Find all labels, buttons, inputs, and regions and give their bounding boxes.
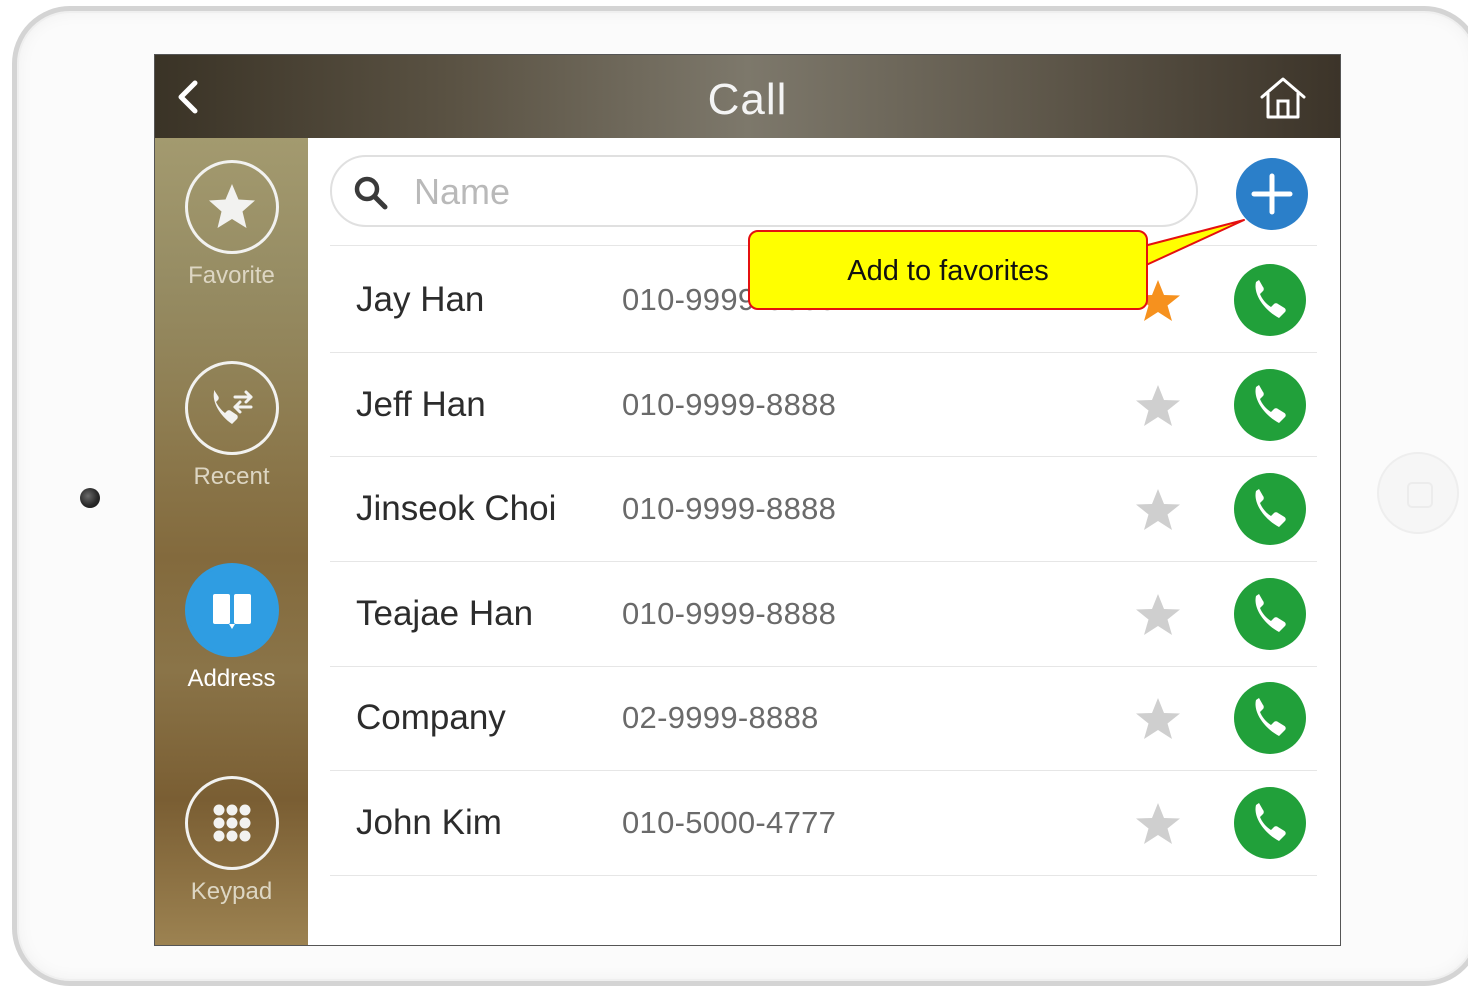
sidebar-item-address[interactable]: Address [155,563,308,703]
book-icon [213,594,251,629]
keypad-nav-circle [185,776,279,870]
app-screen: Call Favorite Recent Address Keypad Name… [154,54,1341,946]
favorite-star-icon[interactable] [1134,592,1182,638]
add-button[interactable] [1236,158,1308,230]
sidebar-item-label: Keypad [190,878,273,905]
search-input[interactable] [412,167,1156,217]
star-icon [209,184,255,228]
page-title: Call [707,75,788,124]
sidebar-item-favorite[interactable]: Favorite [155,160,308,300]
contact-row[interactable]: Company 02-9999-8888 [330,666,1317,770]
keypad-icon [213,804,251,842]
contact-phone: 010-9999-8888 [622,491,837,526]
contact-name: Jay Han [356,280,485,319]
phone-icon [1255,385,1286,423]
phone-icon [1255,594,1286,632]
plus-icon [1251,173,1293,215]
contact-phone: 02-9999-8888 [622,700,819,735]
contact-phone: 010-9999-8888 [622,596,837,631]
favorite-star-icon[interactable] [1134,383,1182,429]
favorite-nav-circle [185,160,279,254]
phone-icon [1255,489,1286,527]
sidebar-item-keypad[interactable]: Keypad [155,776,308,916]
title-bar: Call [155,55,1340,138]
contact-name: Jinseok Choi [356,489,557,528]
recent-nav-circle [185,361,279,455]
divider [330,875,1317,876]
sidebar-item-label: Recent [193,463,270,490]
call-button[interactable] [1234,682,1306,754]
back-icon[interactable] [169,77,209,117]
favorite-star-icon[interactable] [1134,487,1182,533]
contact-row[interactable]: Jeff Han 010-9999-8888 [330,353,1317,457]
call-button[interactable] [1234,264,1306,336]
sidebar-item-label: Address [187,665,276,692]
device-home-button[interactable] [1377,452,1459,534]
call-button[interactable] [1234,578,1306,650]
contact-row[interactable]: Teajae Han 010-9999-8888 [330,562,1317,666]
call-button[interactable] [1234,787,1306,859]
home-icon[interactable] [1258,73,1308,123]
camera-icon [80,488,100,508]
contact-row[interactable]: Jinseok Choi 010-9999-8888 [330,457,1317,561]
favorite-star-icon[interactable] [1134,696,1182,742]
contact-row[interactable]: John Kim 010-5000-4777 [330,771,1317,875]
search-icon [354,176,388,210]
call-log-icon [213,390,253,424]
contact-phone: 010-9999-8888 [622,387,837,422]
callout-tooltip: Add to favorites [748,230,1148,310]
phone-icon [1255,280,1286,318]
contact-name: Company [356,698,506,737]
sidebar-item-recent[interactable]: Recent [155,361,308,501]
sidebar: Favorite Recent Address Keypad [155,138,308,945]
contact-phone: 010-5000-4777 [622,805,837,840]
address-nav-circle [185,563,279,657]
search-bar [330,155,1198,227]
contact-name: John Kim [356,803,502,842]
sidebar-item-label: Favorite [188,262,275,289]
call-button[interactable] [1234,369,1306,441]
contact-name: Teajae Han [356,594,534,633]
phone-icon [1255,803,1286,841]
phone-icon [1255,698,1286,736]
favorite-star-icon[interactable] [1134,801,1182,847]
call-button[interactable] [1234,473,1306,545]
contact-name: Jeff Han [356,385,486,424]
